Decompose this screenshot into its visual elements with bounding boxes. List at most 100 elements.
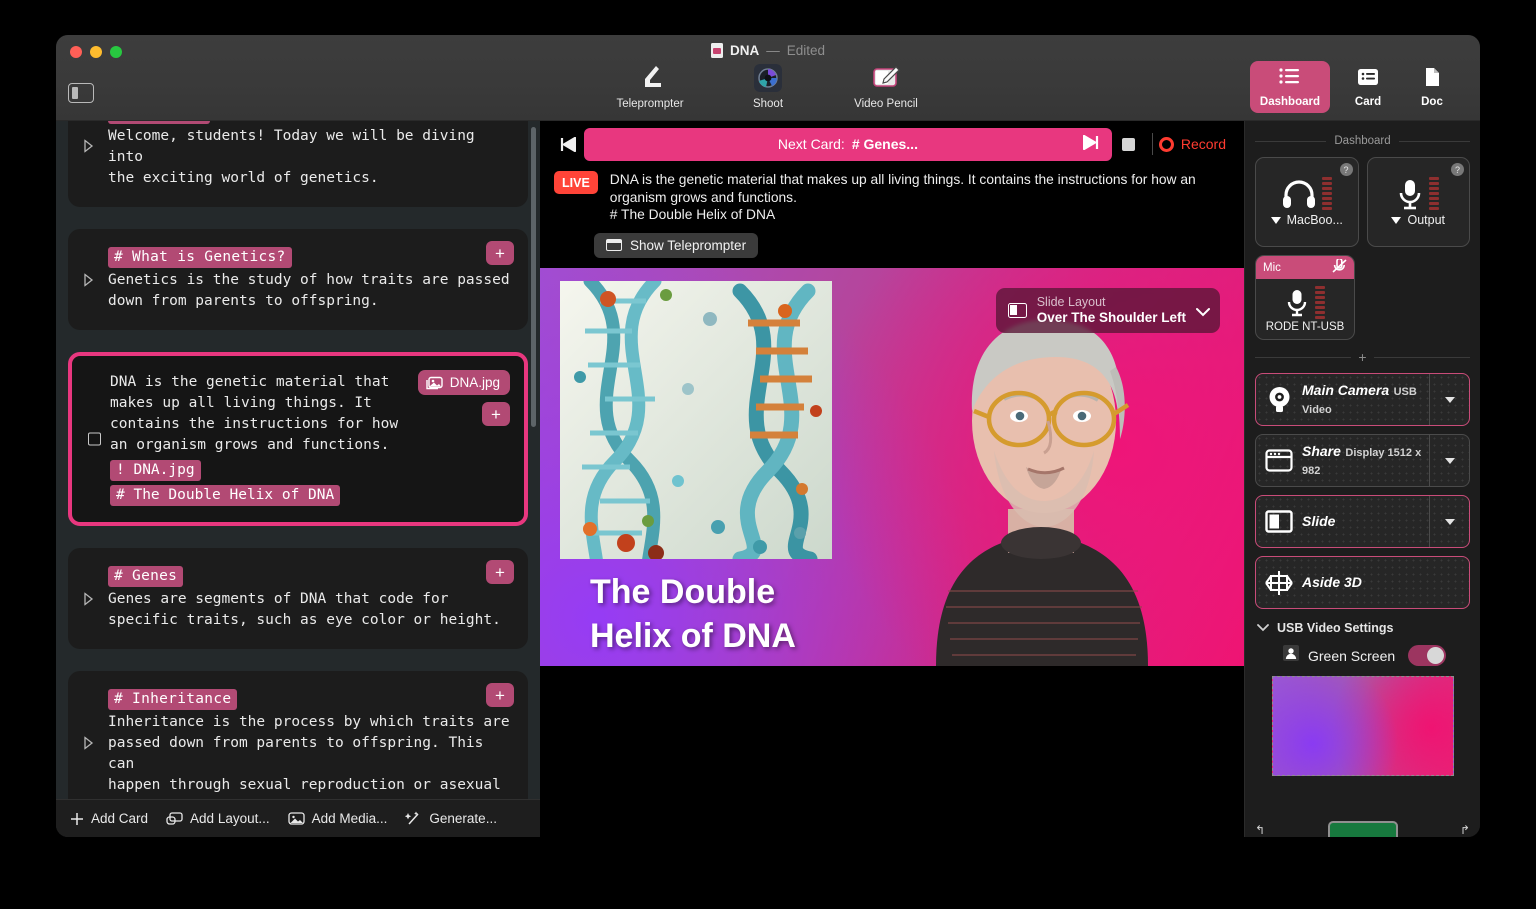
- window-body: + # Welcome! Welcome, students! Today we…: [56, 121, 1480, 837]
- toolbar-divider: [1151, 133, 1153, 155]
- disclosure-triangle-icon[interactable]: [83, 592, 94, 605]
- cards-scrollbar[interactable]: [531, 127, 536, 427]
- card-welcome[interactable]: + # Welcome! Welcome, students! Today we…: [68, 121, 528, 207]
- window-title: DNA — Edited: [56, 43, 1480, 58]
- green-screen-toggle[interactable]: [1408, 645, 1447, 666]
- window-titlebar: DNA — Edited Teleprompter Shoot Video Pe…: [56, 35, 1480, 121]
- show-teleprompter-button[interactable]: Show Teleprompter: [594, 232, 759, 258]
- card-what-is-genetics[interactable]: + # What is Genetics? Genetics is the st…: [68, 229, 528, 330]
- tab-doc[interactable]: Doc: [1406, 61, 1458, 113]
- mic-muted-icon[interactable]: [1332, 257, 1347, 276]
- slide-layout-caption: Slide Layout: [1036, 294, 1106, 309]
- card-extra-heading: # The Double Helix of DNA: [110, 485, 341, 506]
- toolbar-item-teleprompter[interactable]: Teleprompter: [613, 63, 687, 110]
- card-heading: # Inheritance: [108, 689, 238, 710]
- chevron-down-icon: [1257, 621, 1269, 635]
- source-row-main-camera[interactable]: Main Camera USB Video: [1255, 373, 1470, 426]
- next-card-label: Next Card:: [777, 136, 845, 152]
- caret-down-icon: [1391, 216, 1402, 224]
- mic-tile[interactable]: Mic RODE NT-USB: [1255, 255, 1355, 340]
- plus-icon: [71, 812, 83, 825]
- record-icon: [1158, 136, 1174, 152]
- device-name: MacBoo...: [1286, 213, 1343, 227]
- device-selector[interactable]: Output: [1391, 213, 1445, 227]
- toolbar-item-video-pencil[interactable]: Video Pencil: [849, 63, 923, 110]
- slide-layout-icon: [1007, 302, 1027, 318]
- card-checkbox[interactable]: [88, 432, 101, 446]
- next-card-button[interactable]: Next Card: # Genes...: [584, 127, 1112, 161]
- help-badge[interactable]: ?: [1339, 163, 1353, 176]
- card-add-button[interactable]: +: [482, 402, 510, 426]
- card-attachment-chip[interactable]: DNA.jpg: [417, 370, 510, 395]
- card-heading: # Genes: [108, 566, 184, 587]
- usb-video-settings-header[interactable]: USB Video Settings: [1257, 621, 1470, 635]
- sidebar-toggle-icon[interactable]: [68, 83, 94, 103]
- undo-icon[interactable]: ↰: [1255, 823, 1265, 837]
- mic-tile-body: [1256, 279, 1354, 321]
- tab-label: Doc: [1421, 96, 1443, 108]
- card-dna-selected[interactable]: DNA.jpg + DNA is the genetic material th…: [68, 352, 528, 526]
- card-add-button[interactable]: +: [486, 683, 514, 707]
- window-icon: [606, 239, 622, 251]
- record-button[interactable]: Record: [1158, 136, 1234, 152]
- tab-label: Card: [1354, 96, 1382, 108]
- disclosure-triangle-icon[interactable]: [83, 273, 94, 286]
- title-dash: —: [766, 43, 780, 58]
- caret-down-icon: [1270, 216, 1281, 224]
- source-dropdown[interactable]: [1429, 435, 1469, 486]
- add-source-separator[interactable]: +: [1255, 349, 1470, 365]
- document-icon: [710, 43, 723, 58]
- level-meter: [1314, 286, 1325, 319]
- generate-button[interactable]: Generate...: [405, 811, 497, 826]
- toolbar-right-group: Dashboard Card Doc: [1249, 61, 1458, 113]
- slide-icon: [1256, 510, 1302, 533]
- card-genes[interactable]: + # Genes Genes are segments of DNA that…: [68, 548, 528, 649]
- tab-dashboard[interactable]: Dashboard: [1249, 61, 1330, 113]
- card-add-button[interactable]: +: [486, 560, 514, 584]
- device-tile-output[interactable]: ? Output: [1366, 157, 1470, 247]
- card-inheritance[interactable]: + # Inheritance Inheritance is the proce…: [68, 671, 528, 799]
- help-badge[interactable]: ?: [1451, 163, 1464, 176]
- chevron-down-icon[interactable]: [1196, 304, 1210, 317]
- device-tile-headphones[interactable]: ? MacBoo...: [1255, 157, 1359, 247]
- dashboard-section-header: Dashboard: [1255, 135, 1471, 147]
- disclosure-triangle-icon[interactable]: [83, 736, 94, 749]
- person-silhouette-icon: [1283, 645, 1299, 666]
- window-share-icon: [1256, 449, 1302, 472]
- source-dropdown[interactable]: [1429, 374, 1469, 425]
- add-card-button[interactable]: Add Card: [70, 811, 148, 826]
- stop-icon[interactable]: [1112, 137, 1146, 151]
- add-layout-button[interactable]: Add Layout...: [166, 811, 270, 826]
- cards-scroll-area[interactable]: + # Welcome! Welcome, students! Today we…: [56, 121, 540, 799]
- teleprompter-control-bar: Next Card: # Genes... Record: [540, 121, 1244, 167]
- green-screen-label: Green Screen: [1308, 647, 1396, 664]
- skip-back-icon[interactable]: [550, 136, 584, 152]
- level-meter: [1429, 177, 1440, 210]
- app-window: DNA — Edited Teleprompter Shoot Video Pe…: [56, 35, 1480, 837]
- green-screen-row[interactable]: Green Screen: [1283, 645, 1470, 666]
- desktop-background: DNA — Edited Teleprompter Shoot Video Pe…: [0, 0, 1536, 909]
- video-preview[interactable]: The Double Helix of DNA Slide Layout Ove…: [540, 267, 1244, 666]
- mic-device-name: RODE NT-USB: [1265, 321, 1345, 333]
- toolbar-item-shoot[interactable]: Shoot: [731, 63, 805, 110]
- source-row-share[interactable]: Share Display 1512 x 982: [1255, 434, 1470, 487]
- list-icon: [1279, 67, 1301, 92]
- slide-title: The Double Helix of DNA: [590, 572, 796, 655]
- source-row-aside-3d[interactable]: Aside 3D: [1255, 556, 1470, 609]
- device-selector[interactable]: MacBoo...: [1270, 213, 1343, 227]
- device-tiles-row: ? MacBoo... ? Output: [1255, 157, 1470, 247]
- tab-card[interactable]: Card: [1342, 61, 1394, 113]
- live-prompter-row: LIVE DNA is the genetic material that ma…: [540, 167, 1244, 224]
- toolbar-label: Video Pencil: [854, 98, 918, 110]
- color-swatch-button[interactable]: [1327, 821, 1398, 837]
- redo-icon[interactable]: ↱: [1460, 823, 1470, 837]
- card-add-button[interactable]: +: [486, 241, 514, 265]
- toolbar-label: Teleprompter: [616, 98, 684, 110]
- add-source-button[interactable]: +: [1358, 349, 1366, 365]
- source-dropdown[interactable]: [1429, 496, 1469, 547]
- slide-layout-dropdown[interactable]: Slide Layout Over The Shoulder Left: [995, 287, 1220, 333]
- disclosure-triangle-icon[interactable]: [83, 139, 94, 153]
- skip-forward-icon[interactable]: [1082, 134, 1100, 153]
- add-media-button[interactable]: Add Media...: [287, 811, 387, 826]
- source-row-slide[interactable]: Slide: [1255, 495, 1470, 548]
